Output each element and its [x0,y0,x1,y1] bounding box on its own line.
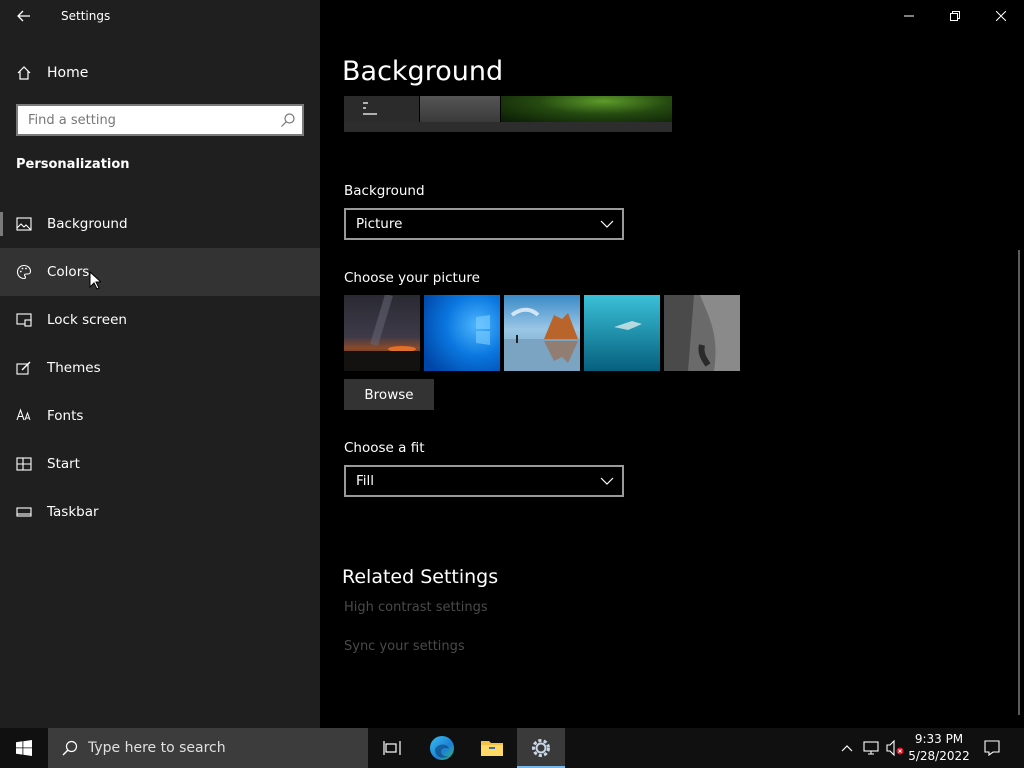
sidebar-item-themes[interactable]: Themes [0,344,320,392]
picture-thumbnail-windows-blue[interactable] [424,295,500,371]
choose-picture-label: Choose your picture [344,270,480,286]
chevron-up-icon [841,745,853,752]
search-input[interactable] [28,111,268,129]
scrollbar[interactable] [1018,250,1020,715]
fonts-icon [16,408,31,421]
network-icon [863,741,879,755]
sidebar-item-taskbar[interactable]: Taskbar [0,488,320,536]
clock-date: 5/28/2022 [908,749,970,763]
lock-screen-icon [16,313,32,327]
rock-cliff-image [664,295,740,371]
windows-blue-image [424,295,500,371]
home-icon [17,66,31,80]
minimize-button[interactable] [886,0,932,32]
sidebar-item-label: Lock screen [47,312,127,328]
windows-logo-icon [16,740,32,756]
picture-thumbnail-rock-cliff[interactable] [664,295,740,371]
folder-icon [481,741,503,756]
minimize-icon [904,15,914,17]
sidebar-item-lock-screen[interactable]: Lock screen [0,296,320,344]
fit-dropdown-value: Fill [356,473,375,489]
gear-icon [532,739,550,757]
file-explorer-button[interactable] [468,728,516,768]
sync-settings-link[interactable]: Sync your settings [344,639,465,654]
themes-icon [16,361,31,375]
fit-dropdown[interactable]: Fill [344,465,624,497]
show-hidden-icons-button[interactable] [836,728,858,768]
search-icon [281,113,295,127]
sidebar-item-label: Background [47,216,128,232]
edge-icon [430,736,454,760]
related-settings-title: Related Settings [342,566,499,588]
picture-thumbnail-underwater[interactable] [584,295,660,371]
notification-icon [984,740,1000,756]
chevron-down-icon [600,220,614,228]
sidebar-item-label: Home [47,65,89,81]
main-content: Background Background Picture Choose you… [320,0,1024,728]
background-label: Background [344,183,425,199]
browse-button[interactable]: Browse [344,379,434,410]
restore-icon [950,11,960,21]
clock-time: 9:33 PM [914,732,964,746]
beach-rocks-image [504,295,580,371]
sidebar-item-fonts[interactable]: Fonts [0,392,320,440]
chevron-down-icon [600,477,614,485]
selection-indicator [0,212,3,236]
edge-browser-button[interactable] [418,728,466,768]
volume-muted-icon [886,740,904,756]
page-title: Background [342,56,504,87]
task-view-icon [383,741,401,755]
sidebar-item-label: Start [47,456,80,472]
taskbar-search-input[interactable] [88,738,348,758]
section-title: Personalization [16,157,130,172]
picture-icon [16,217,32,231]
title-bar: Settings [0,0,320,32]
sidebar-item-home[interactable]: Home [0,58,320,88]
sidebar-item-start[interactable]: Start [0,440,320,488]
palette-icon [16,264,32,280]
preview-menu-icon [363,102,377,115]
sidebar: Settings Home Personalization Background… [0,0,320,728]
mouse-cursor-icon [89,271,101,290]
background-preview [344,96,672,132]
start-button[interactable] [0,728,48,768]
taskbar-clock[interactable]: 9:33 PM 5/28/2022 [906,731,972,765]
night-sky-image [344,295,420,371]
sidebar-item-label: Themes [47,360,101,376]
close-button[interactable] [978,0,1024,32]
picture-thumbnail-night-sky[interactable] [344,295,420,371]
sidebar-item-label: Fonts [47,408,84,424]
volume-button[interactable] [884,728,906,768]
back-button[interactable] [8,2,40,30]
sidebar-item-background[interactable]: Background [0,200,320,248]
preview-start-tile [344,96,419,122]
picture-thumbnail-beach-rocks[interactable] [504,295,580,371]
back-arrow-icon [17,10,30,22]
preview-window-tile [420,96,500,122]
close-icon [996,11,1006,21]
taskbar: 9:33 PM 5/28/2022 [0,728,1024,768]
app-title: Settings [61,9,111,23]
preview-taskbar-strip [344,122,672,132]
high-contrast-settings-link[interactable]: High contrast settings [344,600,488,615]
taskbar-icon [16,507,32,517]
taskbar-search-box[interactable] [48,728,368,768]
choose-fit-label: Choose a fit [344,440,425,456]
restore-button[interactable] [932,0,978,32]
sidebar-item-label: Taskbar [47,504,99,520]
network-button[interactable] [860,728,882,768]
sidebar-item-colors[interactable]: Colors [0,248,320,296]
notifications-button[interactable] [976,728,1008,768]
start-layout-icon [16,457,32,471]
settings-app-button[interactable] [517,728,565,768]
background-dropdown-value: Picture [356,216,403,232]
find-setting-search[interactable] [16,104,304,136]
sidebar-item-label: Colors [47,264,90,280]
search-icon [62,740,78,756]
background-dropdown[interactable]: Picture [344,208,624,240]
task-view-button[interactable] [368,728,416,768]
preview-wallpaper-tile [501,96,672,122]
underwater-image [584,295,660,371]
